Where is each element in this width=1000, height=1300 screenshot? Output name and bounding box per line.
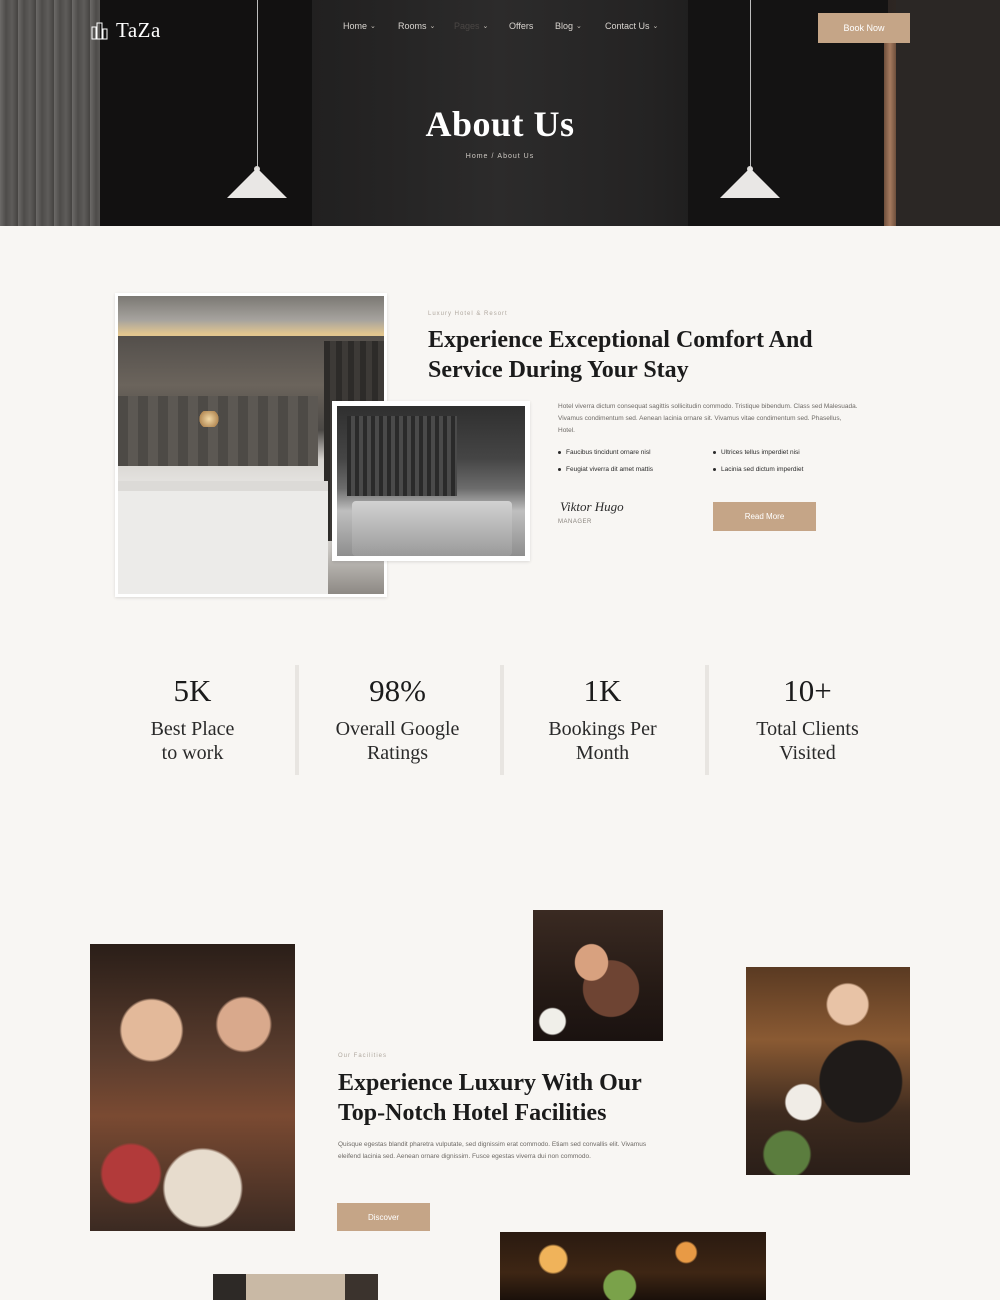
building-icon xyxy=(91,22,108,39)
bullet-icon xyxy=(713,451,716,454)
nav-label: Home xyxy=(343,21,368,31)
logo-text: TaZa xyxy=(116,18,161,42)
nav-item-rooms[interactable]: Rooms ⌄ xyxy=(398,21,454,31)
chevron-down-icon: ⌄ xyxy=(370,23,376,30)
stat-label: Overall Google Ratings xyxy=(335,718,460,764)
nav-item-pages[interactable]: Pages ⌄ xyxy=(454,21,509,31)
feature-text: Ultrices tellus imperdiet nisi xyxy=(721,449,800,456)
chevron-down-icon: ⌄ xyxy=(482,23,489,30)
section-eyebrow: Our Facilities xyxy=(338,1053,388,1059)
nav-label: Contact Us xyxy=(605,21,650,31)
feature-item: Feugiat viverra dit amet mattis xyxy=(558,466,713,473)
hero-banner: TaZa Home ⌄ Rooms ⌄ Pages ⌄ Offers Blog … xyxy=(0,0,1000,226)
discover-button[interactable]: Discover xyxy=(337,1203,430,1231)
section-eyebrow: Luxury Hotel & Resort xyxy=(428,311,508,317)
feature-item: Ultrices tellus imperdiet nisi xyxy=(713,449,858,456)
bullet-icon xyxy=(558,451,561,454)
manager-role: MANAGER xyxy=(558,519,592,525)
bed xyxy=(352,501,512,556)
about-description: Hotel viverra dictum consequat sagittis … xyxy=(558,403,858,434)
pendant-lamp-icon xyxy=(227,168,287,198)
pendant-lamp-icon xyxy=(720,168,780,198)
lamp-glow xyxy=(198,411,220,427)
feature-text: Faucibus tincidunt ornare nisl xyxy=(566,449,651,456)
bullet-icon xyxy=(713,468,716,471)
stat-item: 5K Best Place to work xyxy=(90,661,295,777)
facilities-heading: Experience Luxury With Our Top-Notch Hot… xyxy=(338,1070,642,1126)
chevron-down-icon: ⌄ xyxy=(576,23,582,30)
book-now-button[interactable]: Book Now xyxy=(818,13,910,43)
nav-item-contact[interactable]: Contact Us ⌄ xyxy=(605,21,658,31)
nav-label: Rooms xyxy=(398,21,427,31)
wall-panel xyxy=(347,416,457,496)
manager-signature: Viktor Hugo xyxy=(560,499,624,514)
main-nav: Home ⌄ Rooms ⌄ Pages ⌄ Offers Blog ⌄ Con… xyxy=(343,21,658,31)
interior-photo xyxy=(213,1274,378,1300)
stat-value: 10+ xyxy=(783,673,832,708)
stat-item: 10+ Total Clients Visited xyxy=(705,661,910,777)
stat-value: 5K xyxy=(173,673,212,708)
spa-photo xyxy=(533,910,663,1041)
about-heading: Experience Exceptional Comfort And Servi… xyxy=(428,327,813,383)
bed xyxy=(118,481,328,594)
feature-item: Lacinia sed dictum imperdiet xyxy=(713,466,858,473)
chevron-down-icon: ⌄ xyxy=(652,23,659,30)
feature-item: Faucibus tincidunt ornare nisl xyxy=(558,449,713,456)
bedroom-image xyxy=(332,401,530,561)
breadcrumb-home[interactable]: Home xyxy=(466,153,489,160)
bullet-icon xyxy=(558,468,561,471)
stat-item: 1K Bookings Per Month xyxy=(500,661,705,777)
nav-item-blog[interactable]: Blog ⌄ xyxy=(555,21,605,31)
nav-item-offers[interactable]: Offers xyxy=(509,21,555,31)
stat-label: Best Place to work xyxy=(150,718,235,764)
feature-text: Lacinia sed dictum imperdiet xyxy=(721,466,804,473)
nav-label: Blog xyxy=(555,21,574,31)
bar-photo xyxy=(500,1232,766,1300)
dining-photo xyxy=(90,944,295,1231)
breadcrumb: Home / About Us xyxy=(465,153,535,160)
nav-label: Pages xyxy=(454,21,480,31)
nav-label: Offers xyxy=(509,21,534,31)
stat-value: 1K xyxy=(583,673,622,708)
stat-value: 98% xyxy=(369,673,426,708)
feature-text: Feugiat viverra dit amet mattis xyxy=(566,466,654,473)
breadcrumb-current: About Us xyxy=(497,153,535,160)
stat-label: Bookings Per Month xyxy=(548,718,657,764)
ceiling xyxy=(118,296,384,336)
headboard xyxy=(118,396,318,466)
nav-item-home[interactable]: Home ⌄ xyxy=(343,21,398,31)
stats-row: 5K Best Place to work 98% Overall Google R… xyxy=(90,661,910,777)
read-more-button[interactable]: Read More xyxy=(713,502,816,531)
chevron-down-icon: ⌄ xyxy=(429,23,436,30)
page-title: About Us xyxy=(425,104,575,144)
stat-label: Total Clients Visited xyxy=(756,718,859,764)
restaurant-service-photo xyxy=(746,967,910,1175)
feature-list: Faucibus tincidunt ornare nisl Ultrices … xyxy=(558,449,858,473)
logo[interactable]: TaZa xyxy=(90,18,161,43)
stat-item: 98% Overall Google Ratings xyxy=(295,661,500,777)
facilities-description: Quisque egestas blandit pharetra vulputa… xyxy=(338,1141,647,1160)
